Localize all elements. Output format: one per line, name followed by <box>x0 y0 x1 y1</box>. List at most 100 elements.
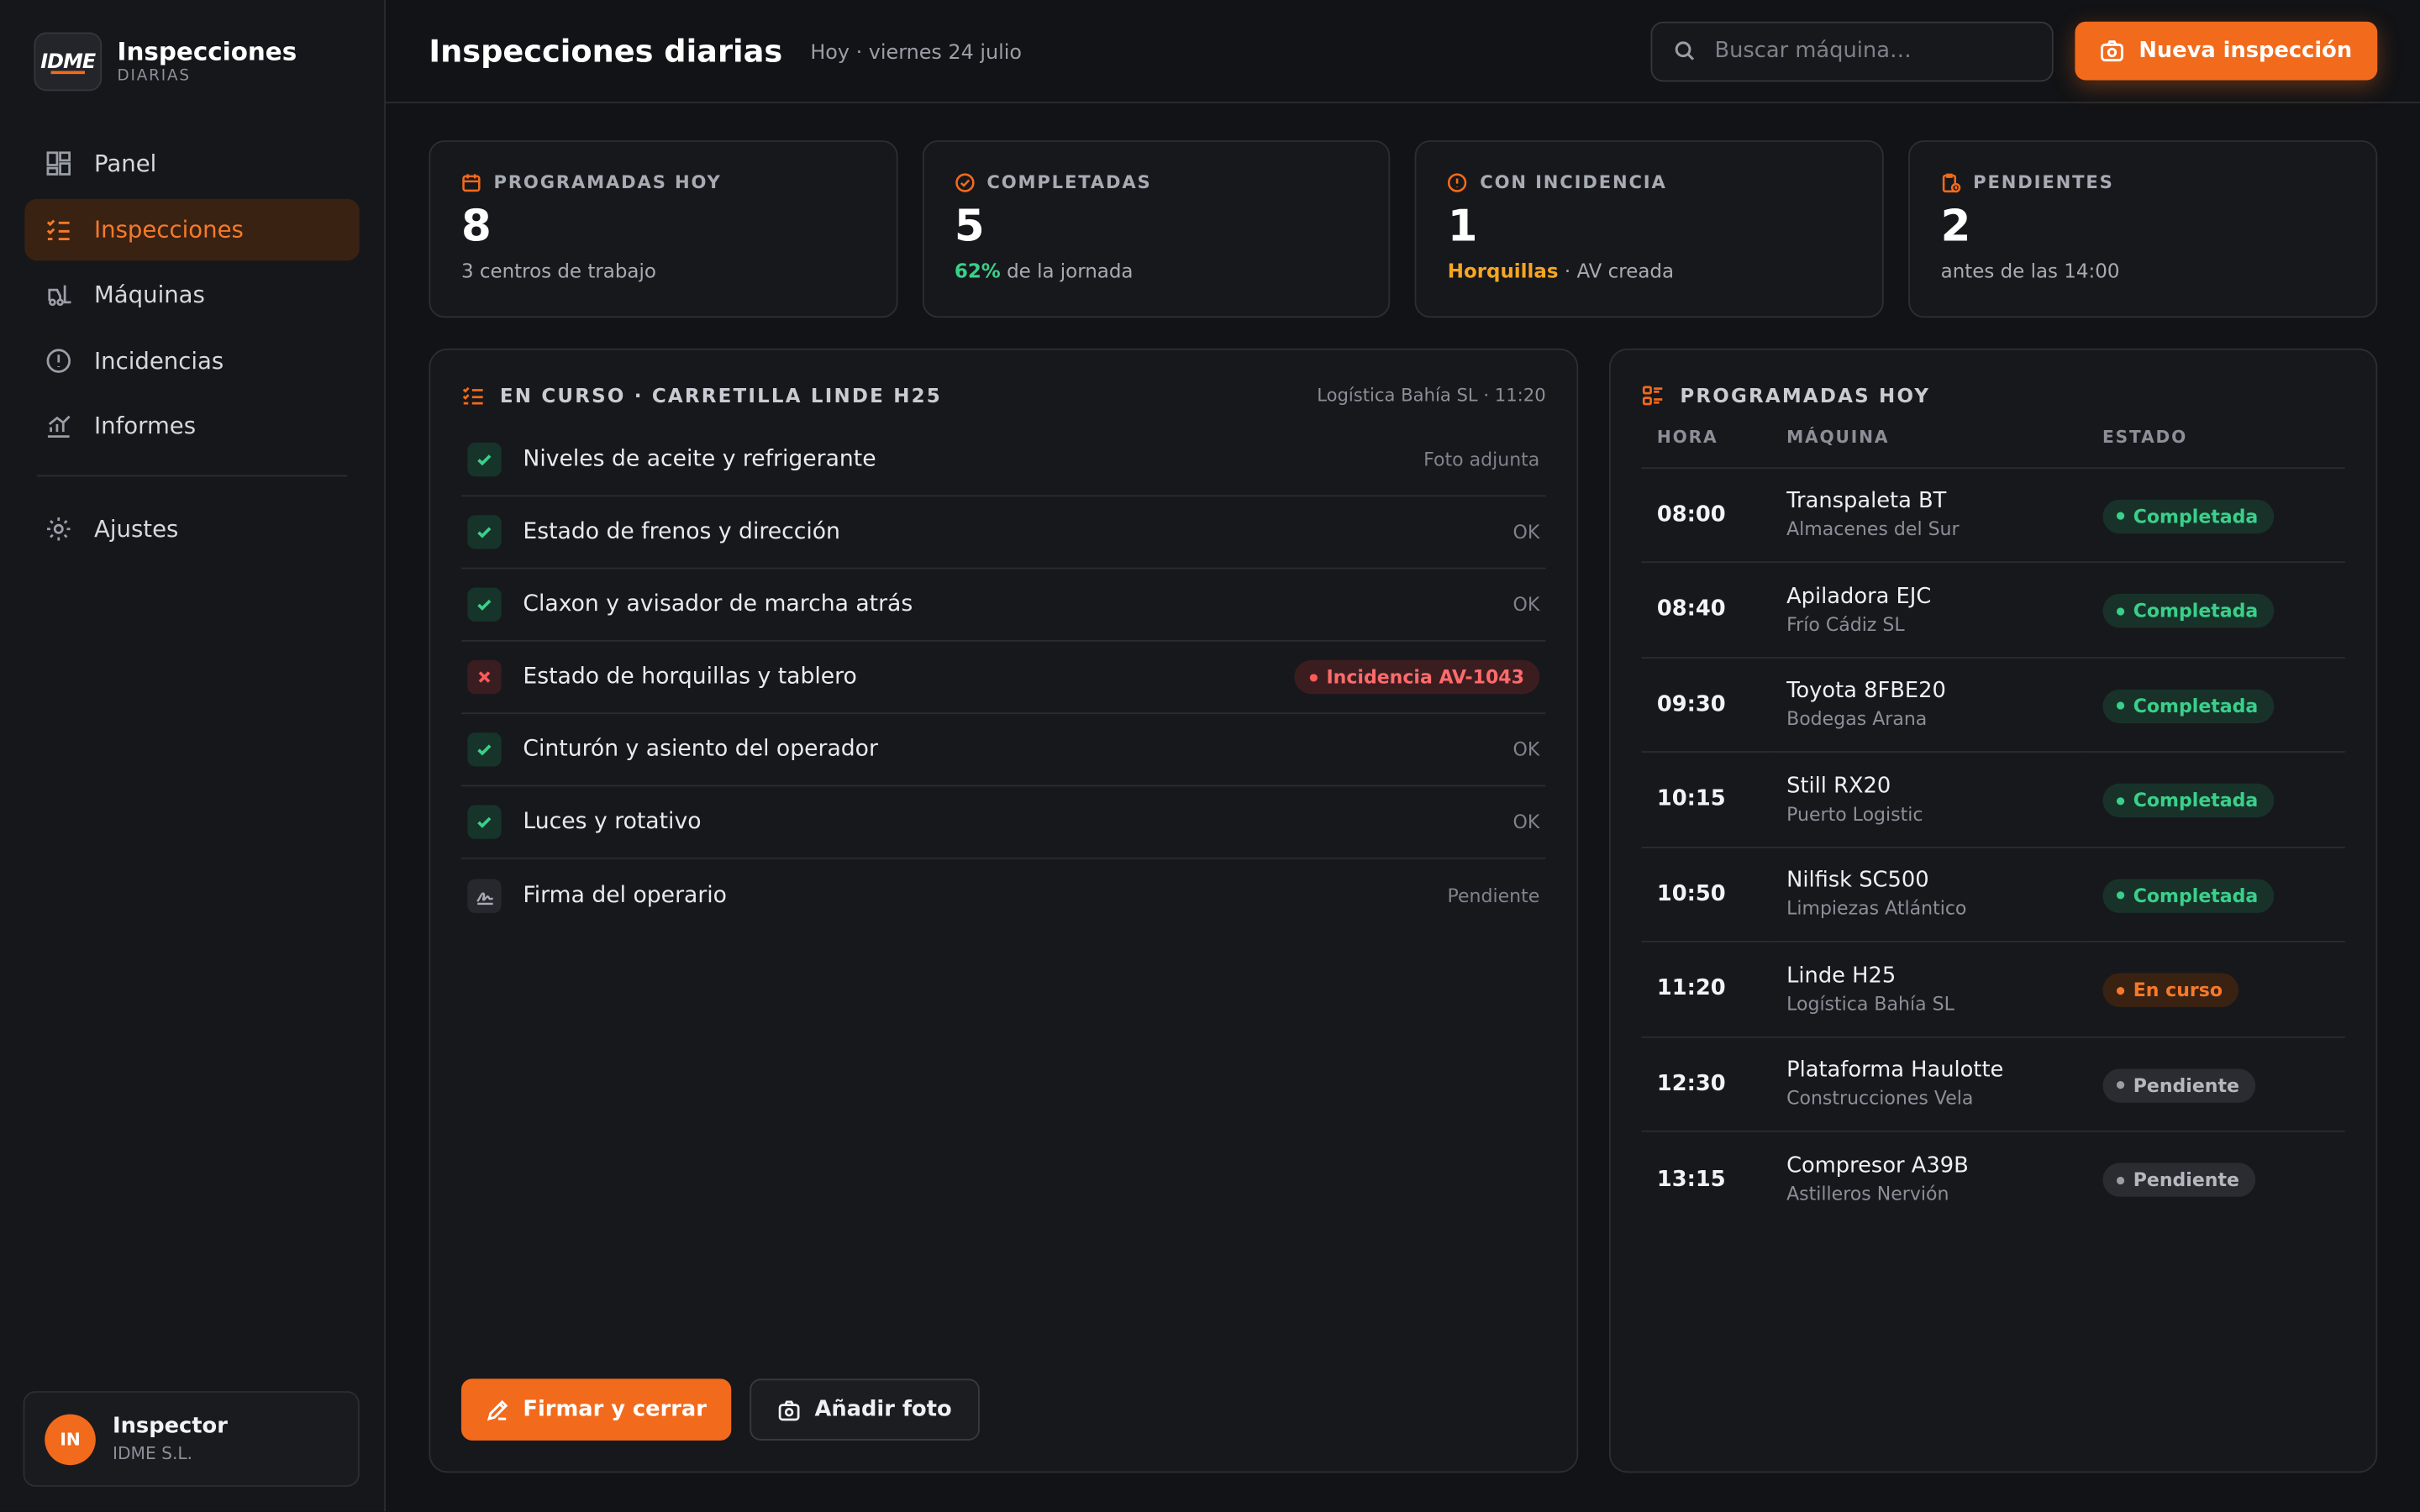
row-machine-cell: Toyota 8FBE20 Bodegas Arana <box>1770 657 2087 753</box>
status-badge: Completada <box>2102 498 2274 533</box>
camera-plus-icon <box>778 1399 800 1420</box>
checklist-item[interactable]: Claxon y avisador de marcha atrás OK <box>460 569 1546 642</box>
row-status-cell: Completada <box>2086 657 2344 753</box>
checklist-status: Foto adjunta <box>1423 449 1540 470</box>
row-machine-cell: Linde H25 Logística Bahía SL <box>1770 941 2087 1037</box>
stat-note: · AV creada <box>1558 259 1675 282</box>
sidebar-item-maquinas[interactable]: Máquinas <box>24 264 359 325</box>
stat-highlight: Horquillas <box>1447 259 1559 282</box>
nav-divider <box>37 475 348 477</box>
schedule-table: HORA MÁQUINA ESTADO 08:00 Transpaleta BT A… <box>1641 427 2344 1226</box>
row-machine: Compresor A39B <box>1786 1153 1969 1179</box>
stat-note: de la jornada <box>1000 259 1134 282</box>
table-row[interactable]: 10:15 Still RX20 Puerto Logistic Completada <box>1641 752 2344 848</box>
check-circle-icon <box>955 172 974 192</box>
check-icon[interactable] <box>467 442 502 477</box>
main-content: Inspecciones diarias Hoy · viernes 24 ju… <box>386 0 2420 1512</box>
current-inspection-panel: EN CURSO · CARRETILLA LINDE H25 Logístic… <box>429 348 1579 1473</box>
sidebar-item-label: Máquinas <box>93 281 205 309</box>
sidebar-item-inspecciones[interactable]: Inspecciones <box>24 197 360 260</box>
status-badge: Pendiente <box>2102 1163 2255 1198</box>
pen-icon <box>487 1399 508 1420</box>
row-machine: Linde H25 <box>1786 963 1897 989</box>
table-row[interactable]: 12:30 Plataforma Haulotte Construcciones V… <box>1641 1036 2344 1132</box>
table-row[interactable]: 08:00 Transpaleta BT Almacenes del Sur Comp… <box>1641 467 2344 564</box>
user-card[interactable]: IN Inspector IDME S.L. <box>23 1391 360 1488</box>
checklist-status: OK <box>1512 521 1540 543</box>
check-icon[interactable] <box>467 587 502 622</box>
checklist-label: Firma del operario <box>523 883 727 908</box>
row-machine: Toyota 8FBE20 <box>1786 679 1946 704</box>
row-client: Logística Bahía SL <box>1786 992 1954 1015</box>
table-row[interactable]: 09:30 Toyota 8FBE20 Bodegas Arana Completad… <box>1641 657 2344 753</box>
topbar: Inspecciones diarias Hoy · viernes 24 ju… <box>386 0 2420 104</box>
sidebar-item-label: Panel <box>93 150 157 178</box>
stat-value: 2 <box>1940 200 1971 252</box>
list-schedule-icon <box>1642 385 1663 405</box>
new-inspection-label: Nueva inspección <box>2139 38 2353 64</box>
checklist-item[interactable]: Estado de horquillas y tablero Incidenci… <box>460 642 1546 715</box>
row-machine: Plataforma Haulotte <box>1786 1058 2004 1084</box>
checklist-label: Cinturón y asiento del operador <box>523 737 878 762</box>
row-machine: Apiladora EJC <box>1786 584 1932 609</box>
user-name: Inspector <box>113 1415 228 1440</box>
checklist-label: Estado de horquillas y tablero <box>523 664 857 690</box>
row-client: Limpiezas Atlántico <box>1786 898 1967 920</box>
search-input[interactable] <box>1714 38 2023 64</box>
status-badge: Completada <box>2102 783 2274 818</box>
stat-value: 5 <box>954 200 985 252</box>
sidebar-item-label: Inspecciones <box>93 215 244 244</box>
row-client: Bodegas Arana <box>1786 708 1928 730</box>
sidebar-item-label: Incidencias <box>93 346 224 375</box>
row-hour: 09:30 <box>1641 657 1771 753</box>
stat-label: CON INCIDENCIA <box>1480 171 1667 193</box>
checklist-item[interactable]: Cinturón y asiento del operador OK <box>460 714 1546 787</box>
sidebar-item-panel[interactable]: Panel <box>24 133 359 194</box>
search-box[interactable] <box>1651 20 2054 81</box>
checklist: Niveles de aceite y refrigerante Foto ad… <box>460 424 1546 932</box>
dashboard-icon <box>46 151 71 176</box>
row-hour: 11:20 <box>1641 941 1771 1037</box>
col-header-maquina: MÁQUINA <box>1770 427 2087 469</box>
cross-icon[interactable] <box>467 659 502 695</box>
check-icon[interactable] <box>467 805 502 839</box>
sign-close-label: Firmar y cerrar <box>523 1397 707 1422</box>
add-photo-button[interactable]: Añadir foto <box>750 1378 980 1441</box>
sidebar-item-incidencias[interactable]: Incidencias <box>24 329 359 391</box>
checklist-item[interactable]: Firma del operario Pendiente <box>461 859 1546 932</box>
col-header-estado: ESTADO <box>2086 427 2344 469</box>
row-machine-cell: Still RX20 Puerto Logistic <box>1770 752 2087 848</box>
checklist-item[interactable]: Estado de frenos y dirección OK <box>460 496 1546 570</box>
checklist-item[interactable]: Niveles de aceite y refrigerante Foto ad… <box>460 424 1546 497</box>
table-row[interactable]: 13:15 Compresor A39B Astilleros Nervión Pen… <box>1642 1131 2344 1226</box>
row-machine-cell: Apiladora EJC Frío Cádiz SL <box>1770 562 2087 659</box>
stat-card-incidencia: CON INCIDENCIA 1 Horquillas · AV creada <box>1415 140 1884 318</box>
new-inspection-button[interactable]: Nueva inspección <box>2075 21 2377 81</box>
signature-icon[interactable] <box>467 878 502 912</box>
sign-close-button[interactable]: Firmar y cerrar <box>460 1378 732 1441</box>
status-badge: Completada <box>2102 878 2274 912</box>
checklist-item[interactable]: Luces y rotativo OK <box>460 786 1546 859</box>
checklist-label: Niveles de aceite y refrigerante <box>523 447 876 472</box>
row-machine-cell: Transpaleta BT Almacenes del Sur <box>1770 467 2087 564</box>
page-title: Inspecciones diarias <box>429 32 783 70</box>
current-inspection-meta: Logística Bahía SL · 11:20 <box>1317 384 1546 406</box>
table-row[interactable]: 08:40 Apiladora EJC Frío Cádiz SL Completad… <box>1641 562 2344 659</box>
row-client: Construcciones Vela <box>1786 1087 1974 1110</box>
sidebar-item-informes[interactable]: Informes <box>24 395 359 456</box>
table-row[interactable]: 10:50 Nilfisk SC500 Limpiezas Atlántico Com… <box>1641 846 2344 942</box>
row-machine: Nilfisk SC500 <box>1786 869 1929 894</box>
table-row[interactable]: 11:20 Linde H25 Logística Bahía SL En curso <box>1641 941 2344 1037</box>
sidebar: IDME Inspecciones DIARIAS Panel Inspecci… <box>0 0 386 1512</box>
sidebar-item-ajustes[interactable]: Ajustes <box>24 498 359 559</box>
status-badge: Pendiente <box>2102 1068 2255 1102</box>
alert-icon <box>1448 172 1467 192</box>
stat-label: PENDIENTES <box>1973 171 2114 193</box>
row-hour: 10:50 <box>1641 846 1771 942</box>
row-status-cell: Pendiente <box>2087 1131 2344 1226</box>
check-icon[interactable] <box>467 515 502 549</box>
incident-badge[interactable]: Incidencia AV-1043 <box>1293 659 1540 695</box>
checklist-label: Luces y rotativo <box>523 809 702 835</box>
checklist-status: OK <box>1512 811 1540 833</box>
check-icon[interactable] <box>467 732 502 767</box>
